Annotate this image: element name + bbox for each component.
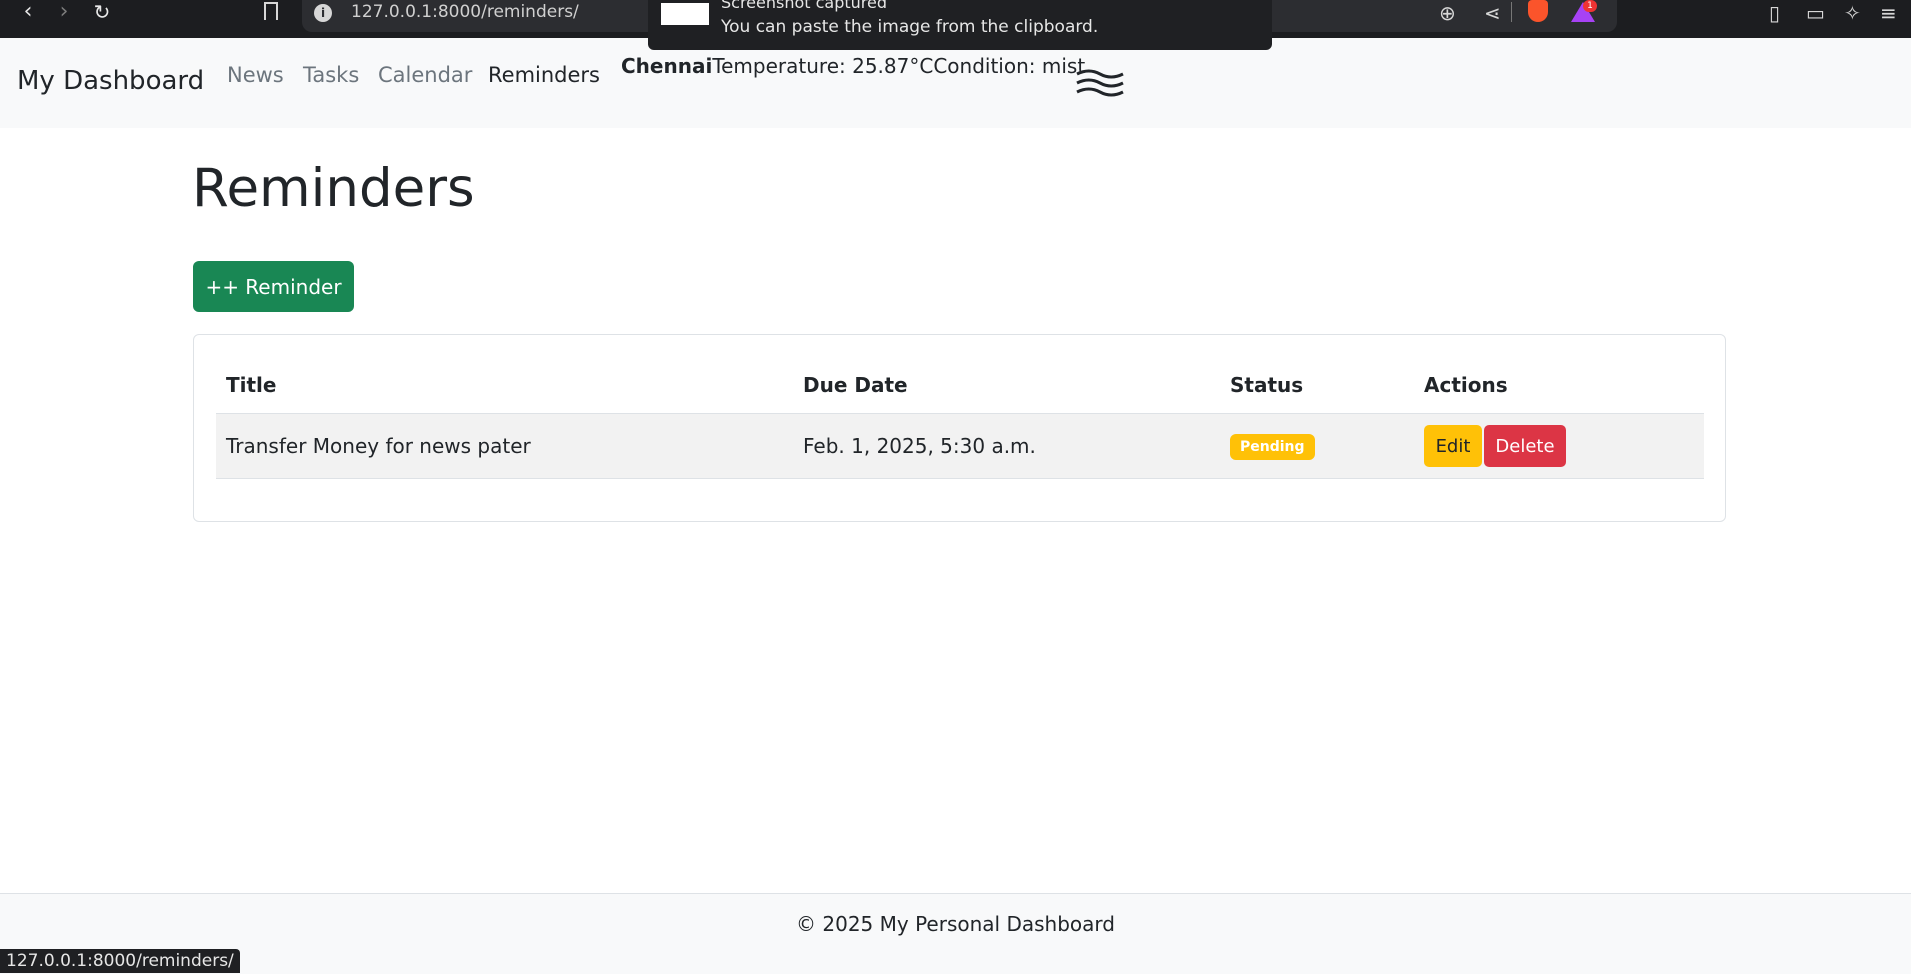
table-header-row: Title Due Date Status Actions bbox=[216, 357, 1704, 414]
column-header-title: Title bbox=[216, 357, 793, 414]
menu-icon[interactable]: ≡ bbox=[1880, 1, 1897, 25]
screenshot-thumbnail bbox=[661, 3, 709, 25]
reminders-table: Title Due Date Status Actions Transfer M… bbox=[216, 357, 1704, 479]
toast-title: Screenshot captured bbox=[721, 0, 888, 12]
footer-text: © 2025 My Personal Dashboard bbox=[796, 912, 1115, 936]
reminder-due-date: Feb. 1, 2025, 5:30 a.m. bbox=[793, 413, 1220, 479]
share-icon[interactable]: ⋖ bbox=[1484, 1, 1501, 25]
reminder-title: Transfer Money for news pater bbox=[216, 413, 793, 479]
weather-city: Chennai bbox=[621, 54, 713, 78]
brave-shield-icon[interactable] bbox=[1528, 0, 1548, 22]
address-url[interactable]: 127.0.0.1:8000/reminders/ bbox=[351, 2, 579, 22]
screenshot-toast: Screenshot captured You can paste the im… bbox=[648, 0, 1272, 50]
page-title: Reminders bbox=[192, 158, 475, 219]
status-badge: Pending bbox=[1230, 434, 1315, 460]
page-footer: © 2025 My Personal Dashboard bbox=[0, 893, 1911, 974]
leo-icon[interactable]: ✧ bbox=[1844, 1, 1861, 25]
edit-button[interactable]: Edit bbox=[1424, 425, 1482, 467]
brand-link[interactable]: My Dashboard bbox=[17, 66, 204, 96]
column-header-actions: Actions bbox=[1414, 357, 1704, 414]
weather-temperature: Temperature: 25.87°C bbox=[712, 54, 934, 78]
rewards-badge: 1 bbox=[1583, 0, 1597, 12]
toolbar-divider bbox=[1511, 2, 1512, 22]
table-row: Transfer Money for news pater Feb. 1, 20… bbox=[216, 413, 1704, 479]
weather-widget: ChennaiTemperature: 25.87°CCondition: mi… bbox=[621, 54, 1085, 78]
reminder-actions: Edit Delete bbox=[1414, 413, 1704, 479]
nav-tasks[interactable]: Tasks bbox=[303, 63, 359, 87]
zoom-icon[interactable]: ⊕ bbox=[1439, 1, 1456, 25]
toast-message: You can paste the image from the clipboa… bbox=[721, 17, 1099, 37]
sidebar-icon[interactable]: ▯ bbox=[1769, 1, 1780, 25]
reminders-card: Title Due Date Status Actions Transfer M… bbox=[193, 334, 1726, 522]
reminder-status-cell: Pending bbox=[1220, 413, 1414, 479]
back-icon[interactable]: ‹ bbox=[14, 0, 42, 26]
weather-condition: Condition: mist bbox=[933, 54, 1086, 78]
mist-icon bbox=[1076, 69, 1124, 97]
wallet-icon[interactable]: ▭ bbox=[1806, 1, 1825, 25]
info-icon[interactable]: i bbox=[314, 4, 332, 22]
forward-icon[interactable]: › bbox=[50, 0, 78, 26]
bookmark-icon[interactable] bbox=[264, 2, 278, 20]
column-header-status: Status bbox=[1220, 357, 1414, 414]
reload-icon[interactable]: ↻ bbox=[88, 0, 116, 26]
nav-calendar[interactable]: Calendar bbox=[378, 63, 472, 87]
column-header-due-date: Due Date bbox=[793, 357, 1220, 414]
app-navbar: My Dashboard News Tasks Calendar Reminde… bbox=[0, 38, 1911, 128]
status-bar-url: 127.0.0.1:8000/reminders/ bbox=[0, 949, 240, 973]
delete-button[interactable]: Delete bbox=[1484, 425, 1566, 467]
nav-reminders[interactable]: Reminders bbox=[488, 63, 600, 87]
nav-news[interactable]: News bbox=[227, 63, 284, 87]
add-reminder-button[interactable]: ++ Reminder bbox=[193, 261, 354, 312]
